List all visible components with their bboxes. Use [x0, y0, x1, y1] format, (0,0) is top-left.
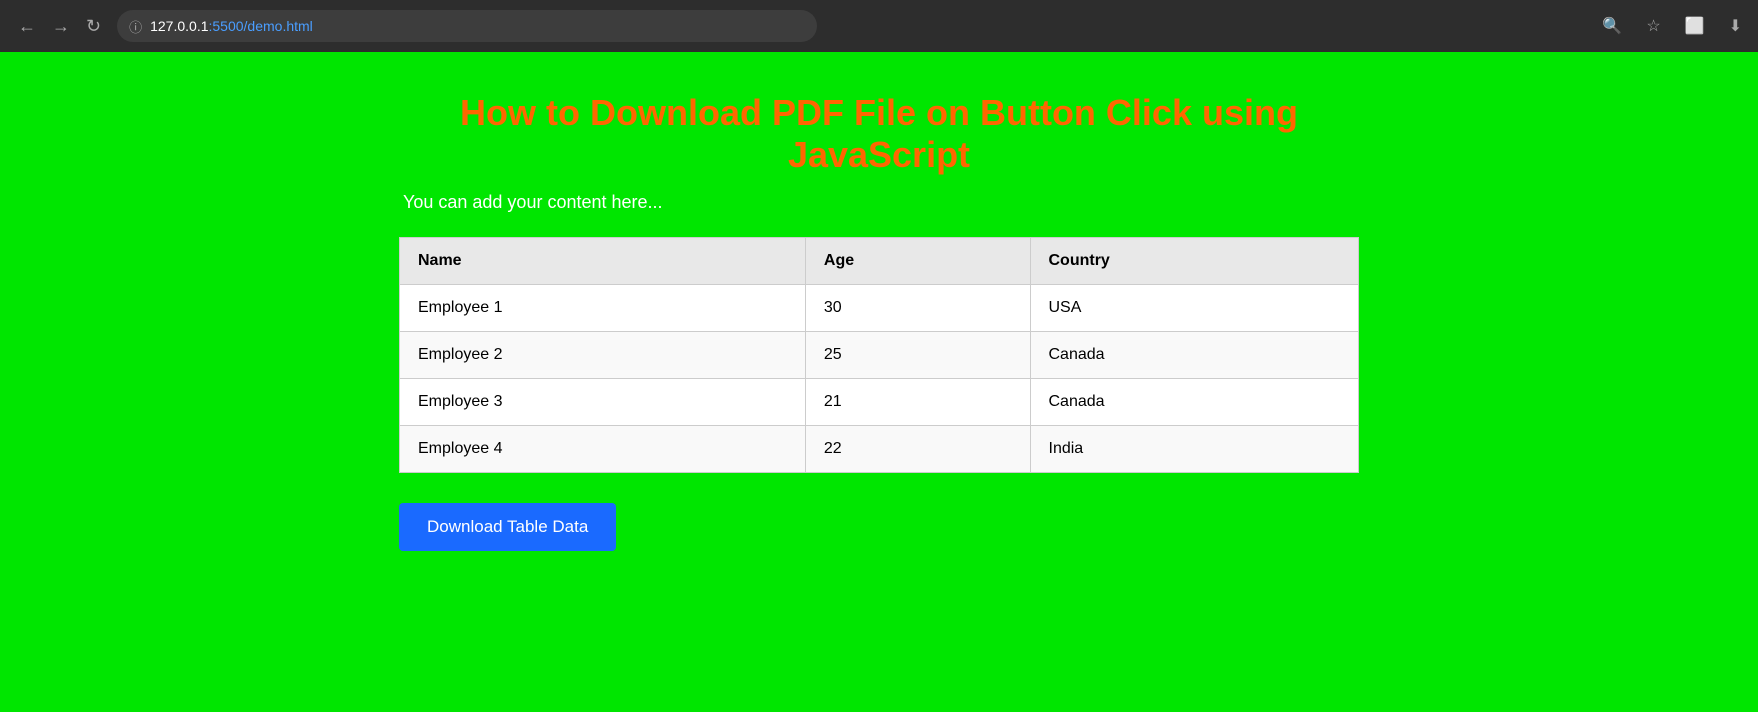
table-row: Employee 130USA: [400, 285, 1359, 332]
download-browser-button[interactable]: ⬇: [1725, 12, 1746, 40]
cell-age: 21: [805, 379, 1030, 426]
forward-button[interactable]: →: [46, 13, 76, 39]
bookmark-button[interactable]: ☆: [1642, 12, 1664, 40]
table-row: Employee 422India: [400, 426, 1359, 473]
browser-actions: 🔍 ☆ ⬜ ⬇: [1598, 12, 1746, 40]
page-subtitle: You can add your content here...: [399, 192, 1359, 213]
col-header-age: Age: [805, 238, 1030, 285]
table-body: Employee 130USAEmployee 225CanadaEmploye…: [400, 285, 1359, 473]
back-button[interactable]: ←: [12, 13, 42, 39]
data-table: Name Age Country Employee 130USAEmployee…: [399, 237, 1359, 473]
table-row: Employee 225Canada: [400, 332, 1359, 379]
nav-buttons: ← → ↻: [12, 13, 107, 39]
cell-age: 30: [805, 285, 1030, 332]
address-port-path: :5500/demo.html: [209, 18, 313, 34]
col-header-name: Name: [400, 238, 806, 285]
page-title: How to Download PDF File on Button Click…: [399, 92, 1359, 176]
page-content: How to Download PDF File on Button Click…: [0, 52, 1758, 712]
extensions-button[interactable]: ⬜: [1681, 12, 1709, 40]
zoom-button[interactable]: 🔍: [1598, 12, 1626, 40]
table-row: Employee 321Canada: [400, 379, 1359, 426]
address-bar[interactable]: ⓘ 127.0.0.1:5500/demo.html: [117, 10, 817, 42]
cell-country: Canada: [1030, 332, 1359, 379]
reload-button[interactable]: ↻: [80, 13, 107, 39]
cell-name: Employee 1: [400, 285, 806, 332]
main-container: How to Download PDF File on Button Click…: [399, 92, 1359, 551]
info-icon: ⓘ: [129, 17, 142, 36]
cell-country: India: [1030, 426, 1359, 473]
cell-name: Employee 2: [400, 332, 806, 379]
address-host: 127.0.0.1: [150, 18, 208, 34]
table-header-row: Name Age Country: [400, 238, 1359, 285]
table-head: Name Age Country: [400, 238, 1359, 285]
col-header-country: Country: [1030, 238, 1359, 285]
cell-name: Employee 4: [400, 426, 806, 473]
browser-chrome: ← → ↻ ⓘ 127.0.0.1:5500/demo.html 🔍 ☆ ⬜ ⬇: [0, 0, 1758, 52]
cell-country: Canada: [1030, 379, 1359, 426]
cell-name: Employee 3: [400, 379, 806, 426]
address-text: 127.0.0.1:5500/demo.html: [150, 18, 313, 34]
cell-country: USA: [1030, 285, 1359, 332]
cell-age: 22: [805, 426, 1030, 473]
cell-age: 25: [805, 332, 1030, 379]
download-table-button[interactable]: Download Table Data: [399, 503, 616, 551]
